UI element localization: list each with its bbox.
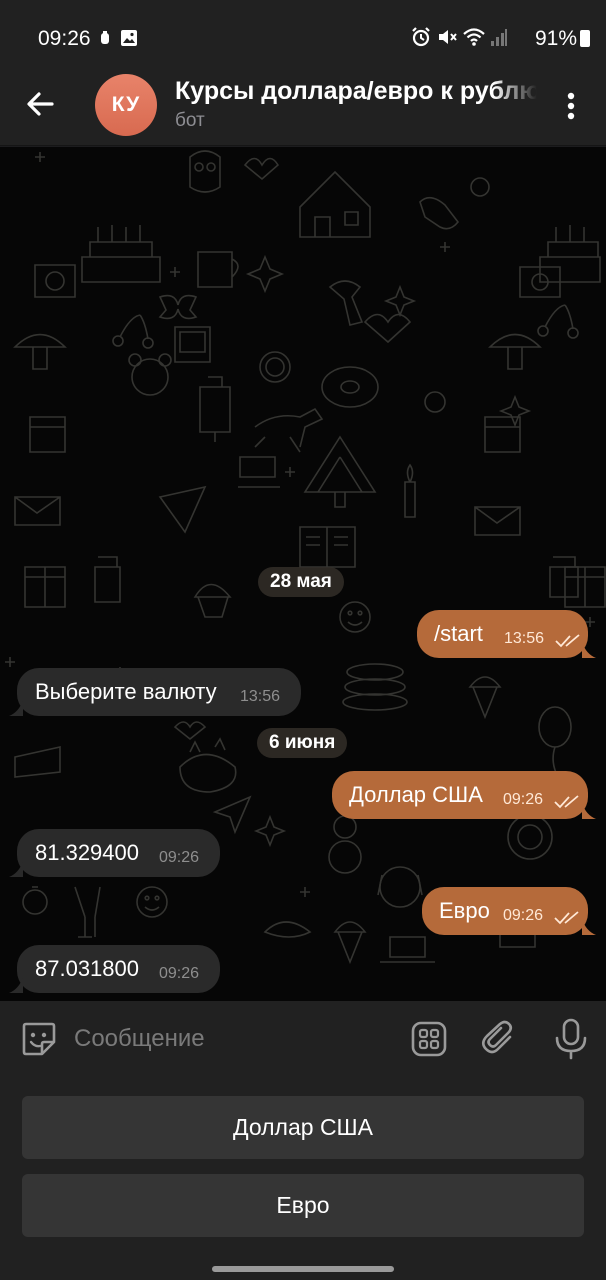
- message-text: 81.329400: [35, 840, 139, 865]
- message-text: Выберите валюту: [35, 679, 217, 704]
- message-time: 09:26: [503, 907, 544, 924]
- bubble-tail: [9, 700, 23, 716]
- wifi-icon: [463, 28, 485, 46]
- sticker-emoji-icon[interactable]: [20, 1020, 58, 1058]
- incoming-message[interactable]: 87.031800 09:26: [17, 945, 220, 993]
- outgoing-message[interactable]: Доллар США 09:26: [332, 771, 588, 819]
- date-separator: 6 июня: [257, 728, 348, 758]
- bot-avatar[interactable]: КУ: [95, 74, 157, 136]
- alarm-icon: [412, 27, 430, 47]
- message-text: 87.031800: [35, 956, 139, 981]
- home-indicator[interactable]: [212, 1266, 394, 1272]
- message-text: /start: [434, 621, 483, 646]
- gallery-icon: [121, 30, 137, 46]
- bubble-tail: [582, 803, 596, 819]
- message-time: 09:26: [503, 791, 544, 808]
- message-composer: [0, 1001, 606, 1077]
- status-time: 09:26: [38, 27, 91, 50]
- message-time: 13:56: [240, 688, 281, 705]
- bubble-tail: [9, 861, 23, 877]
- keyboard-button-usd[interactable]: Доллар США: [22, 1096, 584, 1159]
- notification-dot-icon: [101, 31, 109, 44]
- battery-percent: 91%: [534, 27, 577, 50]
- status-bar: 09:26 91%: [0, 0, 606, 68]
- bubble-tail: [582, 919, 596, 935]
- chat-title[interactable]: Курсы доллара/евро к рублю: [175, 77, 537, 106]
- outgoing-message[interactable]: /start 13:56: [417, 610, 588, 658]
- back-arrow-icon[interactable]: [22, 86, 58, 122]
- incoming-message[interactable]: Выберите валюту 13:56: [17, 668, 301, 716]
- double-check-icon: [554, 795, 579, 809]
- message-time: 09:26: [159, 849, 200, 866]
- mute-icon: [439, 30, 457, 44]
- battery-icon: [580, 30, 590, 47]
- bot-reply-keyboard: Доллар США Евро: [0, 1077, 606, 1280]
- bubble-tail: [582, 642, 596, 658]
- message-text: Доллар США: [349, 782, 483, 807]
- message-text: Евро: [439, 898, 490, 923]
- chat-messages-area[interactable]: 28 мая /start 13:56 Выберите валюту 13:5…: [0, 147, 606, 1001]
- outgoing-message[interactable]: Евро 09:26: [422, 887, 588, 935]
- date-separator: 28 мая: [258, 567, 344, 597]
- signal-icon: [491, 29, 507, 46]
- more-vert-icon[interactable]: [558, 88, 584, 124]
- attach-paperclip-icon[interactable]: [480, 1020, 518, 1058]
- bot-keyboard-icon[interactable]: [410, 1020, 448, 1058]
- message-input[interactable]: [74, 1019, 394, 1059]
- chat-header: КУ Курсы доллара/евро к рублю бот: [0, 68, 606, 146]
- status-notification-icons: [100, 29, 138, 47]
- keyboard-button-eur[interactable]: Евро: [22, 1174, 584, 1237]
- message-time: 13:56: [504, 630, 545, 647]
- double-check-icon: [555, 634, 580, 648]
- chat-subtitle: бот: [175, 110, 205, 131]
- microphone-icon[interactable]: [552, 1018, 590, 1060]
- incoming-message[interactable]: 81.329400 09:26: [17, 829, 220, 877]
- bubble-tail: [9, 977, 23, 993]
- double-check-icon: [554, 911, 579, 925]
- message-time: 09:26: [159, 965, 200, 982]
- battery-status: 91%: [535, 27, 590, 51]
